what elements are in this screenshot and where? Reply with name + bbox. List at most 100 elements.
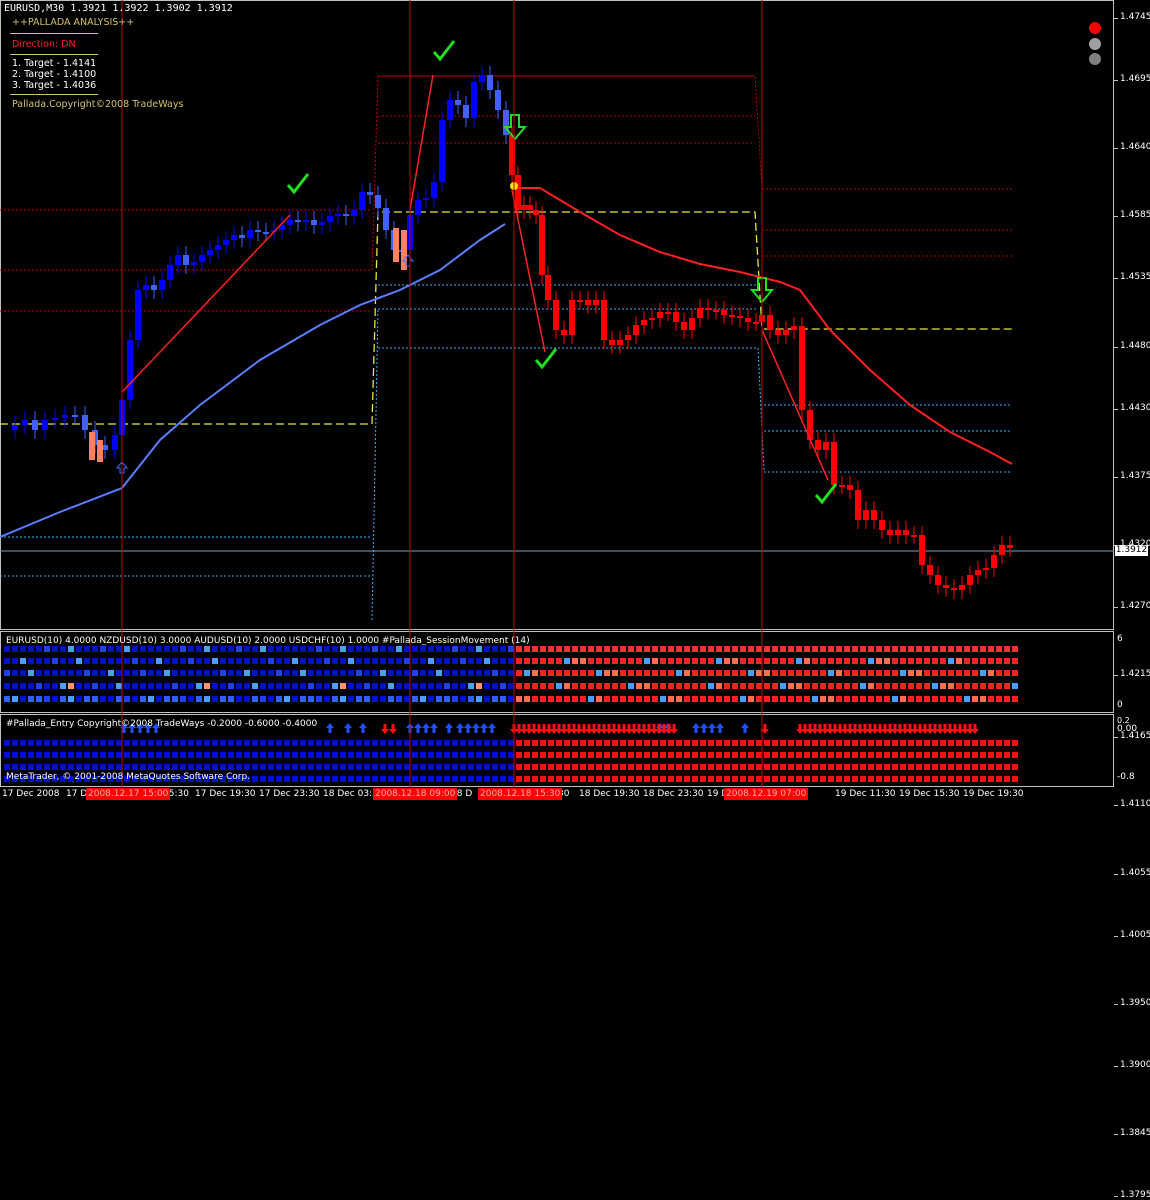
entry-cell <box>428 740 434 746</box>
session-cell <box>356 696 362 702</box>
entry-cell <box>348 764 354 770</box>
entry-cell <box>284 752 290 758</box>
session-cell <box>236 683 242 689</box>
entry-cell <box>36 752 42 758</box>
entry-down-arrow-icon <box>670 724 678 734</box>
session-cell <box>996 683 1002 689</box>
session-cell <box>564 670 570 676</box>
entry-cell <box>668 764 674 770</box>
candle-body <box>311 220 317 225</box>
session-cell <box>884 646 890 652</box>
entry-cell <box>468 764 474 770</box>
price-tick <box>1114 1134 1118 1135</box>
entry-cell <box>788 776 794 782</box>
session-cell <box>836 696 842 702</box>
session-cell <box>276 646 282 652</box>
status-dot-red-icon[interactable] <box>1089 22 1101 34</box>
entry-up-arrow-icon <box>344 723 352 733</box>
entry-cell <box>396 752 402 758</box>
session-cell <box>292 696 298 702</box>
entry-cell <box>892 752 898 758</box>
session-cell <box>172 683 178 689</box>
entry-cell <box>508 740 514 746</box>
session-cell <box>68 696 74 702</box>
session-cell <box>876 646 882 652</box>
session-cell <box>356 658 362 664</box>
entry-cell <box>68 764 74 770</box>
candle-body <box>545 275 551 300</box>
entry-cell <box>332 764 338 770</box>
entry-cell <box>108 764 114 770</box>
entry-cell <box>132 764 138 770</box>
session-cell <box>532 670 538 676</box>
candle-body <box>415 200 421 215</box>
session-cell <box>556 683 562 689</box>
entry-cell <box>700 764 706 770</box>
session-cell <box>276 658 282 664</box>
session-cell <box>820 646 826 652</box>
session-cell <box>12 646 18 652</box>
entry-cell <box>332 740 338 746</box>
entry-cell <box>452 764 458 770</box>
session-cell <box>148 658 154 664</box>
status-dot-grey-icon[interactable] <box>1089 53 1101 65</box>
session-cell <box>828 646 834 652</box>
session-cell <box>580 646 586 652</box>
session-cell <box>724 670 730 676</box>
session-cell <box>612 670 618 676</box>
session-cell <box>412 658 418 664</box>
entry-cell <box>340 740 346 746</box>
entry-cell <box>556 776 562 782</box>
entry-cell <box>580 752 586 758</box>
entry-cell <box>668 740 674 746</box>
entry-cell <box>332 776 338 782</box>
entry-cell <box>124 752 130 758</box>
session-cell <box>180 646 186 652</box>
session-cell <box>716 670 722 676</box>
session-cell <box>780 658 786 664</box>
entry-cell <box>964 776 970 782</box>
time-highlight-label: 2008.12.19 07:00 <box>724 788 809 800</box>
session-cell <box>60 683 66 689</box>
entry-cell <box>324 776 330 782</box>
price-tick-label: 1.3950 <box>1120 997 1150 1008</box>
session-cell <box>300 696 306 702</box>
session-cell <box>316 696 322 702</box>
session-cell <box>836 683 842 689</box>
session-cell <box>292 658 298 664</box>
session-cell <box>884 696 890 702</box>
entry-cell <box>828 752 834 758</box>
price-tick <box>1114 1065 1118 1067</box>
entry-cell <box>172 740 178 746</box>
entry-cell <box>180 764 186 770</box>
entry-cell <box>148 740 154 746</box>
session-cell <box>820 696 826 702</box>
entry-cell <box>724 764 730 770</box>
session-cell <box>804 683 810 689</box>
session-cell <box>228 670 234 676</box>
session-cell <box>196 658 202 664</box>
analysis-panel: ++PALLADA ANALYSIS++ Direction: DN 1. Ta… <box>0 0 200 120</box>
session-cell <box>924 670 930 676</box>
candle-body <box>791 326 797 330</box>
candlesticks <box>12 66 1013 599</box>
session-cell <box>668 646 674 652</box>
session-cell <box>196 683 202 689</box>
session-cell <box>636 696 642 702</box>
candle-body <box>737 316 743 318</box>
session-cell <box>484 658 490 664</box>
session-cell <box>924 646 930 652</box>
status-dot-grey-icon[interactable] <box>1089 38 1101 50</box>
session-cell <box>908 683 914 689</box>
candle-body <box>991 555 997 568</box>
entry-up-arrow-icon <box>741 723 749 733</box>
entry-cell <box>812 764 818 770</box>
candle-body <box>487 75 493 90</box>
entry-cell <box>604 740 610 746</box>
candle-body <box>471 82 477 118</box>
session-cell <box>852 658 858 664</box>
session-cell <box>900 670 906 676</box>
session-cell <box>396 658 402 664</box>
price-chart[interactable] <box>0 0 1150 802</box>
entry-cell <box>388 740 394 746</box>
